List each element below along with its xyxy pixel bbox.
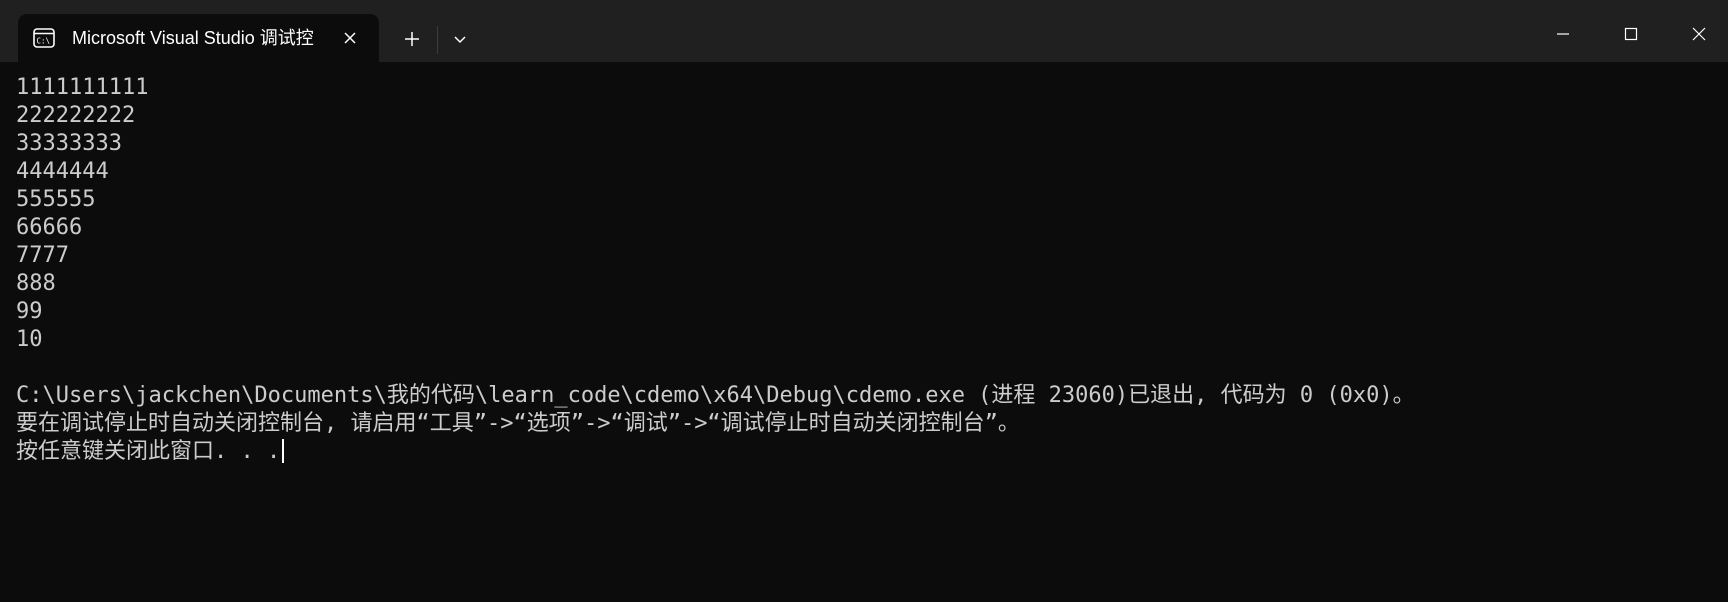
maximize-icon [1624,27,1638,41]
output-line: 1111111111 [16,75,149,100]
close-icon [344,32,356,44]
close-window-button[interactable] [1676,14,1722,54]
hint-message: 要在调试停止时自动关闭控制台, 请启用“工具”->“选项”->“调试”->“调试… [16,411,1020,436]
terminal-window: C:\ Microsoft Visual Studio 调试控 11111111… [0,0,1728,602]
output-line: 99 [16,299,43,324]
prompt-text: 按任意键关闭此窗口. . . [16,439,281,464]
exit-message: C:\Users\jackchen\Documents\我的代码\learn_c… [16,383,1415,408]
text-cursor [282,439,285,463]
tab-title: Microsoft Visual Studio 调试控 [72,28,314,48]
output-line: 222222222 [16,103,136,128]
console-icon: C:\ [33,28,55,48]
prompt-line: 按任意键关闭此窗口. . . [16,438,1716,466]
output-line: 33333333 [16,131,122,156]
chevron-down-icon [454,36,466,44]
output-line: 888 [16,271,56,296]
close-icon [1692,27,1706,41]
output-line: 4444444 [16,159,109,184]
title-bar[interactable]: C:\ Microsoft Visual Studio 调试控 [0,0,1728,62]
tab-close-button[interactable] [338,26,362,50]
output-line: 10 [16,327,43,352]
new-tab-button[interactable] [392,22,432,56]
console-output[interactable]: 1111111111 222222222 33333333 4444444 55… [16,74,1716,594]
tab-debug-console[interactable]: C:\ Microsoft Visual Studio 调试控 [18,14,379,62]
output-line: 555555 [16,187,96,212]
plus-icon [405,32,419,46]
svg-text:C:\: C:\ [37,37,51,46]
maximize-button[interactable] [1608,14,1654,54]
minimize-button[interactable] [1540,14,1586,54]
output-line: 7777 [16,243,69,268]
tab-divider [437,26,438,54]
tab-dropdown-button[interactable] [442,22,478,56]
output-line: 66666 [16,215,83,240]
minimize-icon [1557,33,1569,35]
